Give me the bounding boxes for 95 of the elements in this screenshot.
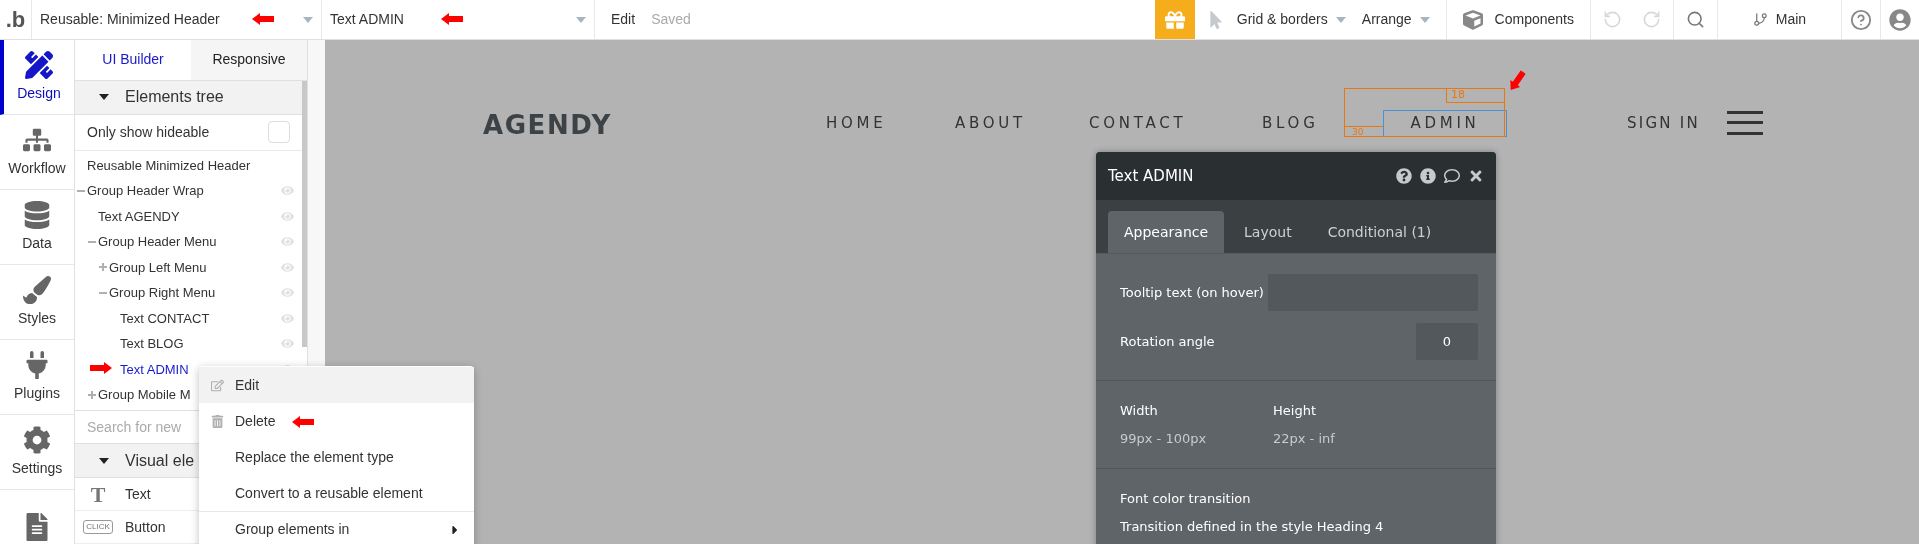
tree-item[interactable]: Text AGENDY <box>98 206 180 227</box>
branch-icon <box>1752 12 1768 27</box>
sign-in-link[interactable]: SIGN IN <box>1627 112 1700 135</box>
field-label: Tooltip text (on hover) <box>1120 283 1264 302</box>
tree-item[interactable]: Group Header Menu <box>98 232 217 252</box>
save-status: Saved <box>651 10 691 29</box>
caret-icon <box>1335 16 1346 23</box>
eye-icon[interactable] <box>281 337 294 351</box>
ruler-pencil-icon <box>25 50 53 79</box>
tree-item[interactable]: Group Header Wrap <box>87 181 204 201</box>
gift-icon <box>1164 9 1185 30</box>
eye-icon[interactable] <box>281 311 294 325</box>
field-label: Width <box>1120 402 1159 420</box>
rotation-input[interactable]: 0 <box>1416 323 1478 360</box>
eye-icon[interactable] <box>281 260 294 274</box>
editor-tab[interactable]: Conditional (1) <box>1311 211 1448 253</box>
caret-icon <box>303 16 313 23</box>
menu-item[interactable]: Delete <box>199 403 474 439</box>
search-icon[interactable] <box>1686 10 1705 29</box>
menu-item[interactable]: Group elements in <box>199 511 474 544</box>
margin-label: 18 <box>1446 88 1505 103</box>
margin-label: 30 <box>1344 126 1383 137</box>
nav-link[interactable]: BLOG <box>1262 110 1319 137</box>
scrollbar[interactable] <box>302 80 307 347</box>
tree-item[interactable]: Text ADMIN <box>120 359 189 380</box>
settings-icon <box>23 425 51 454</box>
branch-button[interactable]: Main <box>1717 0 1841 39</box>
sidebar-tab[interactable]: Workflow <box>0 115 74 190</box>
menu-icon[interactable] <box>1727 111 1763 135</box>
trash-icon <box>210 414 224 428</box>
field-label: Font color transition <box>1120 490 1252 508</box>
menu-item[interactable]: Convert to a reusable element <box>199 475 474 511</box>
sidebar-tab[interactable]: Styles <box>0 265 74 340</box>
pencil-icon <box>210 378 224 392</box>
pointer-arrow <box>292 416 314 428</box>
tree-item[interactable]: Text BLOG <box>120 334 184 354</box>
panel-title: Text ADMIN <box>1108 165 1195 187</box>
element-type-item[interactable]: Button <box>125 516 166 538</box>
field-note: Transition defined in the style Heading 4 <box>1120 517 1385 536</box>
database-icon <box>23 200 51 229</box>
eye-icon[interactable] <box>281 286 294 300</box>
editor-tab[interactable]: Appearance <box>1108 211 1225 253</box>
field-label: Height <box>1273 402 1317 420</box>
redo-icon[interactable] <box>1642 10 1661 29</box>
cube-icon <box>1462 9 1483 30</box>
menu-item[interactable]: Edit <box>199 367 474 403</box>
tree-item[interactable]: Group Mobile M <box>98 385 191 405</box>
gift-button[interactable] <box>1154 0 1195 39</box>
grid-borders-menu[interactable]: Grid & borders <box>1236 9 1346 30</box>
caret-icon <box>99 455 109 466</box>
checkbox[interactable] <box>268 121 290 144</box>
button-element-icon: CLICK <box>83 520 113 535</box>
menu-item[interactable]: Replace the element type <box>199 439 474 475</box>
tree-item[interactable]: Group Right Menu <box>109 283 216 303</box>
field-label: Rotation angle <box>1120 332 1215 351</box>
info-icon[interactable] <box>1420 168 1436 184</box>
nav-link[interactable]: ADMIN <box>1383 110 1507 137</box>
eye-icon[interactable] <box>281 209 294 223</box>
app-logo[interactable]: .b <box>0 8 31 31</box>
arrange-menu[interactable]: Arrange <box>1361 9 1430 30</box>
element-type-item[interactable]: Text <box>125 483 151 505</box>
section-header[interactable]: Elements tree <box>75 80 302 115</box>
text-element-icon: T <box>83 477 113 511</box>
user-avatar-icon[interactable] <box>1889 8 1911 31</box>
help-icon[interactable] <box>1396 168 1412 184</box>
sidebar-tab[interactable]: Data <box>0 190 74 265</box>
sidebar-tab[interactable]: Plugins <box>0 340 74 415</box>
undo-icon[interactable] <box>1603 10 1622 29</box>
tree-item[interactable]: Group Left Menu <box>109 257 207 278</box>
panel-tab[interactable]: Responsive <box>191 40 307 80</box>
brush-icon <box>23 275 51 304</box>
pointer-arrow <box>441 13 463 25</box>
components-button[interactable]: Components <box>1445 0 1590 39</box>
close-icon[interactable] <box>1468 168 1484 184</box>
sidebar-tab[interactable]: Settings <box>0 415 74 490</box>
editor-tab[interactable]: Layout <box>1228 211 1308 253</box>
edit-menu[interactable]: Edit <box>611 9 636 30</box>
eye-icon[interactable] <box>281 184 294 198</box>
comment-icon[interactable] <box>1444 168 1460 184</box>
caret-icon <box>1419 16 1430 23</box>
tree-item[interactable]: Text CONTACT <box>120 308 210 329</box>
plus-icon[interactable] <box>88 390 96 399</box>
filter-label: Only show hideable <box>87 122 210 142</box>
nav-link[interactable]: CONTACT <box>1089 110 1187 137</box>
nav-link[interactable]: ABOUT <box>955 110 1026 137</box>
caret-icon <box>576 16 586 23</box>
field-value: 99px - 100px <box>1120 429 1208 448</box>
nav-link[interactable]: HOME <box>826 110 887 137</box>
pointer-arrow <box>90 362 112 374</box>
pointer-arrow <box>252 13 274 25</box>
site-logo: AGENDY <box>483 109 612 142</box>
plus-icon[interactable] <box>99 263 107 272</box>
tree-item[interactable]: Reusable Minimized Header <box>87 155 251 176</box>
eye-icon[interactable] <box>281 235 294 249</box>
field-value: 22px - inf <box>1273 429 1335 448</box>
